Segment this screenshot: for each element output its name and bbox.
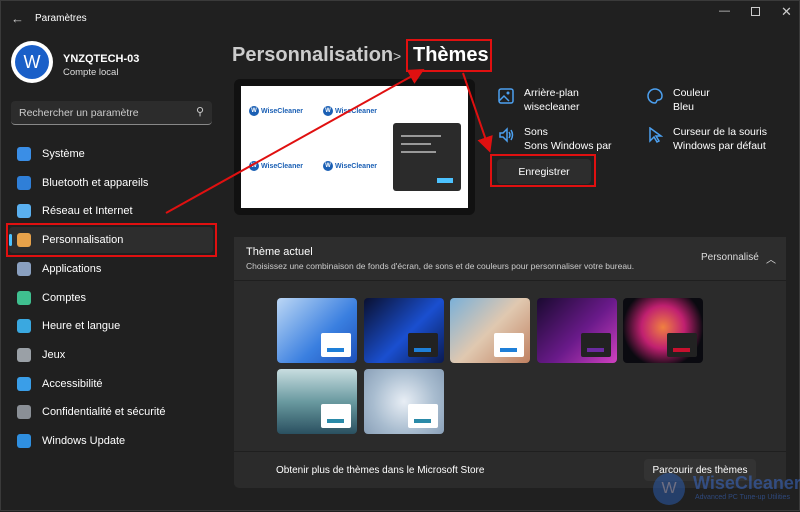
settings-window: ← Paramètres — ✕ W YNZQTECH-03 Compte lo… [0,0,800,511]
annotation-arrows [165,69,493,214]
